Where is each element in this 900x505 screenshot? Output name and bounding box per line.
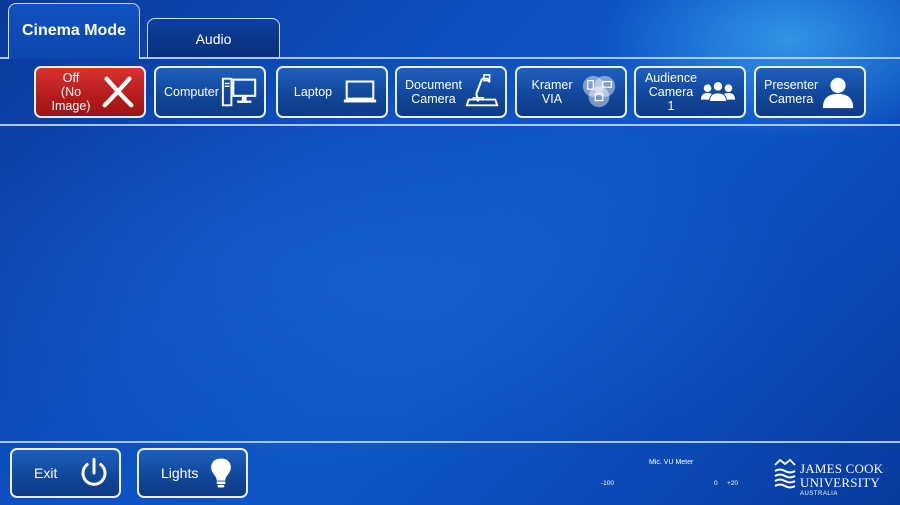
logo-text-line2: UNIVERSITY [800, 475, 880, 490]
source-document-camera-button[interactable]: Document Camera [395, 66, 507, 118]
kramer-via-icon [579, 72, 619, 112]
source-presenter-camera-button[interactable]: Presenter Camera [754, 66, 866, 118]
exit-label: Exit [34, 465, 58, 481]
computer-icon [219, 72, 259, 112]
control-panel-screen: Audio Cinema Mode Off (No Image) Compute… [0, 0, 900, 505]
tab-cinema-mode[interactable]: Cinema Mode [8, 3, 140, 59]
source-presenter-camera-label: Presenter Camera [764, 78, 819, 106]
source-audience-camera-label: Audience Camera 1 [644, 71, 698, 113]
audience-icon [698, 72, 738, 112]
document-camera-icon [462, 72, 502, 112]
footer-divider [0, 441, 900, 443]
source-laptop-button[interactable]: Laptop [276, 66, 388, 118]
lights-label: Lights [161, 465, 199, 481]
tab-cinema-mode-label: Cinema Mode [21, 21, 126, 39]
laptop-icon [340, 72, 380, 112]
vu-meter-tick-zero: 0 [714, 480, 718, 487]
university-crest-icon [774, 458, 796, 489]
source-kramer-via-label: Kramer VIA [531, 78, 573, 106]
source-off-button[interactable]: Off (No Image) [34, 66, 146, 118]
presenter-icon [818, 72, 858, 112]
exit-button[interactable]: Exit [10, 448, 121, 498]
source-document-camera-label: Document Camera [405, 78, 462, 106]
tab-audio-label: Audio [195, 30, 232, 47]
light-bulb-icon [204, 456, 238, 490]
tab-audio[interactable]: Audio [147, 18, 280, 58]
source-computer-label: Computer [164, 85, 219, 99]
source-bar-divider [0, 124, 900, 126]
x-icon [98, 72, 138, 112]
vu-meter-tick-min: -100 [601, 480, 615, 487]
logo-text-line3: AUSTRALIA [800, 491, 838, 497]
source-kramer-via-button[interactable]: Kramer VIA [515, 66, 627, 118]
source-off-label: Off (No Image) [51, 71, 91, 113]
university-logo: JAMES COOK UNIVERSITY AUSTRALIA [772, 455, 890, 499]
source-laptop-label: Laptop [293, 85, 333, 99]
vu-meter-title: Mic. VU Meter [649, 459, 694, 466]
source-computer-button[interactable]: Computer [154, 66, 266, 118]
source-audience-camera-button[interactable]: Audience Camera 1 [634, 66, 746, 118]
lights-button[interactable]: Lights [137, 448, 248, 498]
vu-meter-tick-max: +20 [727, 480, 739, 487]
power-icon [77, 456, 111, 490]
